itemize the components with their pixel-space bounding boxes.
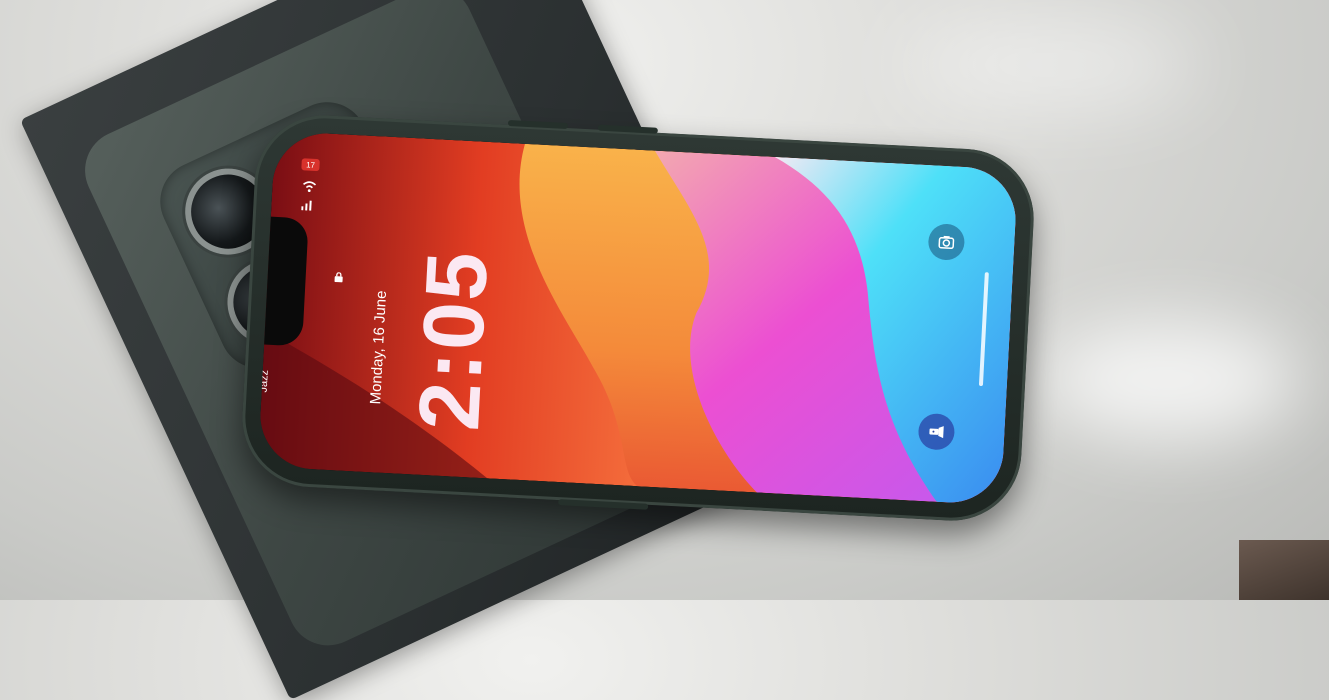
battery-icon: 17: [301, 158, 320, 172]
camera-icon: [938, 235, 955, 250]
volume-button: [597, 124, 658, 134]
notch: [264, 216, 309, 347]
lock-icon: [334, 272, 343, 283]
wifi-icon: [303, 181, 317, 193]
lock-date: Monday, 16 June: [367, 290, 391, 405]
flashlight-icon: [929, 426, 944, 439]
table-reflection: [900, 20, 1200, 110]
signal-icon: [301, 200, 312, 211]
lock-screen: 17 Jazz Monday, 16 June 2:05: [257, 130, 1019, 506]
carrier-label: Jazz: [257, 369, 271, 393]
floor-corner: [1239, 540, 1329, 600]
battery-level: 17: [305, 159, 316, 170]
table-reflection: [1040, 320, 1300, 440]
iphone: 17 Jazz Monday, 16 June 2:05: [238, 111, 1038, 525]
lock-time: 2:05: [400, 247, 507, 433]
lock-clock-block: Monday, 16 June 2:05: [323, 194, 544, 433]
